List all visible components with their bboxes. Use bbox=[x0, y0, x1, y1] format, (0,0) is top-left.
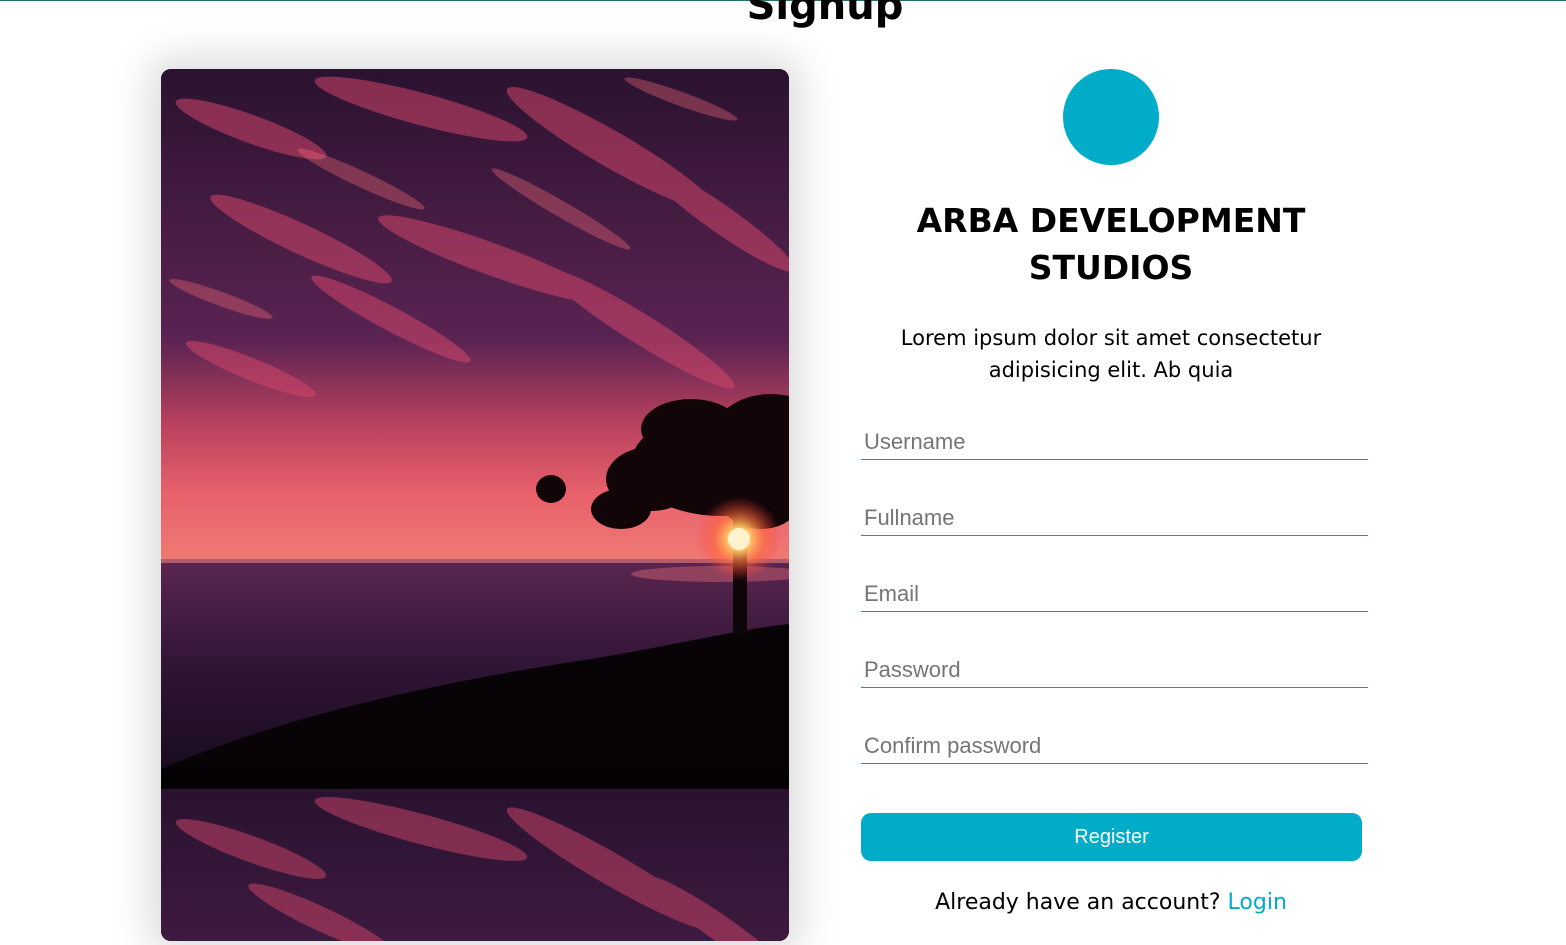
login-prompt-text: Already have an account? bbox=[935, 890, 1221, 915]
confirm-password-input[interactable] bbox=[861, 728, 1368, 764]
password-input[interactable] bbox=[861, 652, 1368, 688]
sunset-photo bbox=[161, 69, 789, 941]
username-input[interactable] bbox=[861, 424, 1368, 460]
brand-title: ARBA DEVELOPMENT STUDIOS bbox=[916, 201, 1306, 287]
fullname-input[interactable] bbox=[861, 500, 1368, 536]
register-button[interactable]: Register bbox=[861, 813, 1362, 861]
brand-tagline: Lorem ipsum dolor sit amet consectetur a… bbox=[900, 326, 1322, 382]
brand-logo-circle bbox=[1063, 69, 1159, 165]
page-title: Signup bbox=[746, 0, 904, 29]
login-prompt-row: Already have an account? Login bbox=[880, 886, 1342, 920]
email-input[interactable] bbox=[861, 576, 1368, 612]
login-link[interactable]: Login bbox=[1228, 890, 1287, 915]
